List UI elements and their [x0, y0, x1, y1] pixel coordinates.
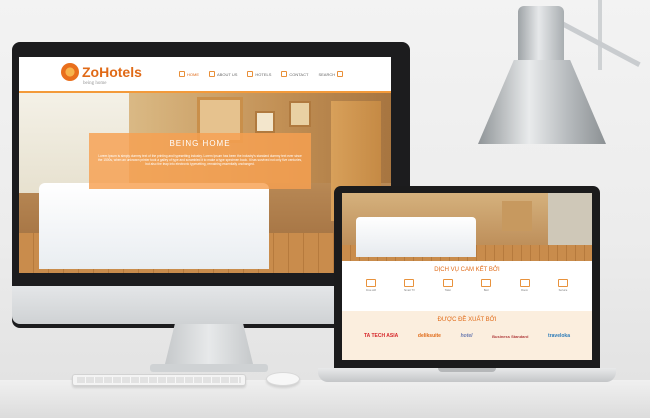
- lamp-head: [518, 6, 564, 66]
- nav-home[interactable]: HOME: [179, 71, 199, 77]
- laptop-hero: [342, 193, 592, 261]
- partners-section: ĐƯỢC ĐỀ XUẤT BỞI TA TECH ASIA deliksuite…: [342, 311, 592, 360]
- toilet-icon: [442, 279, 453, 287]
- lamp-pole: [598, 0, 602, 70]
- tv-icon: [404, 279, 415, 287]
- site-logo[interactable]: ZoHotels: [61, 63, 142, 81]
- imac-stand: [164, 324, 254, 368]
- partners-title: ĐƯỢC ĐỀ XUẤT BỞI: [437, 317, 497, 323]
- imac-foot: [150, 364, 268, 372]
- site-header: ZoHotels being home HOME ABOUT US HOTELS…: [19, 57, 391, 93]
- partner-logo[interactable]: Business Standard: [492, 334, 528, 339]
- wifi-icon: [366, 279, 376, 287]
- laptop-website: DỊCH VỤ CAM KẾT BỞI Free wifi Smart TV T…: [342, 193, 592, 360]
- logo-tagline: being home: [83, 81, 107, 86]
- partner-logo[interactable]: traveloka: [548, 333, 570, 339]
- service-label: Service: [558, 289, 568, 292]
- hotel-icon: [247, 71, 254, 77]
- nav-search[interactable]: SEARCH: [318, 71, 344, 77]
- nav-label: SEARCH: [318, 71, 336, 77]
- hero-bed: [39, 183, 269, 269]
- services-section: DỊCH VỤ CAM KẾT BỞI Free wifi Smart TV T…: [342, 261, 592, 311]
- hero-title: BEING HOME: [169, 139, 231, 148]
- service-label: Free wifi: [366, 289, 376, 292]
- search-icon: [337, 71, 344, 77]
- user-icon: [209, 71, 215, 77]
- logo-text: ZoHotels: [82, 64, 142, 80]
- hero-art: [255, 111, 275, 133]
- mail-icon: [281, 71, 288, 77]
- partner-logo[interactable]: deliksuite: [418, 333, 441, 339]
- keyboard: [72, 374, 246, 386]
- services-row: Free wifi Smart TV Toilet Bed Room Servi…: [356, 279, 578, 292]
- partner-logo[interactable]: TA TECH ASIA: [364, 333, 398, 339]
- service-label: Toilet: [444, 289, 451, 292]
- room-icon: [519, 279, 530, 287]
- nav-hotels[interactable]: HOTELS: [247, 71, 271, 77]
- service-item: Toilet: [433, 279, 463, 292]
- service-item: Free wifi: [356, 279, 386, 292]
- hero-art: [289, 101, 311, 127]
- nav-label: HOTELS: [255, 71, 272, 77]
- service-label: Smart TV: [403, 289, 415, 292]
- bed-icon: [481, 279, 492, 287]
- service-item: Room: [510, 279, 540, 292]
- service-item: Bed: [471, 279, 501, 292]
- services-title: DỊCH VỤ CAM KẾT BỞI: [434, 267, 500, 273]
- service-item: Smart TV: [394, 279, 424, 292]
- nav-label: ABOUT US: [217, 71, 238, 77]
- home-icon: [179, 71, 185, 77]
- hero-chair: [502, 201, 532, 231]
- laptop-notch: [438, 368, 496, 372]
- keyboard-keys: [77, 377, 241, 383]
- flower-logo-icon: [61, 63, 79, 81]
- nav-label: HOME: [187, 71, 199, 77]
- main-nav: HOME ABOUT US HOTELS CONTACT SEARCH: [179, 71, 344, 77]
- mouse: [266, 372, 300, 386]
- partners-row: TA TECH ASIA deliksuite hotel Business S…: [364, 333, 570, 339]
- hero-bed: [356, 217, 476, 257]
- partner-logo[interactable]: hotel: [461, 333, 473, 339]
- nav-label: CONTACT: [289, 71, 309, 77]
- service-icon: [557, 279, 568, 287]
- service-label: Bed: [483, 289, 489, 292]
- hero-overlay: BEING HOME Lorem Ipsum is simply dummy t…: [89, 133, 311, 189]
- service-item: Service: [548, 279, 578, 292]
- service-label: Room: [521, 289, 529, 292]
- nav-contact[interactable]: CONTACT: [281, 71, 308, 77]
- nav-about[interactable]: ABOUT US: [209, 71, 237, 77]
- hero-text: Lorem Ipsum is simply dummy text of the …: [98, 154, 302, 167]
